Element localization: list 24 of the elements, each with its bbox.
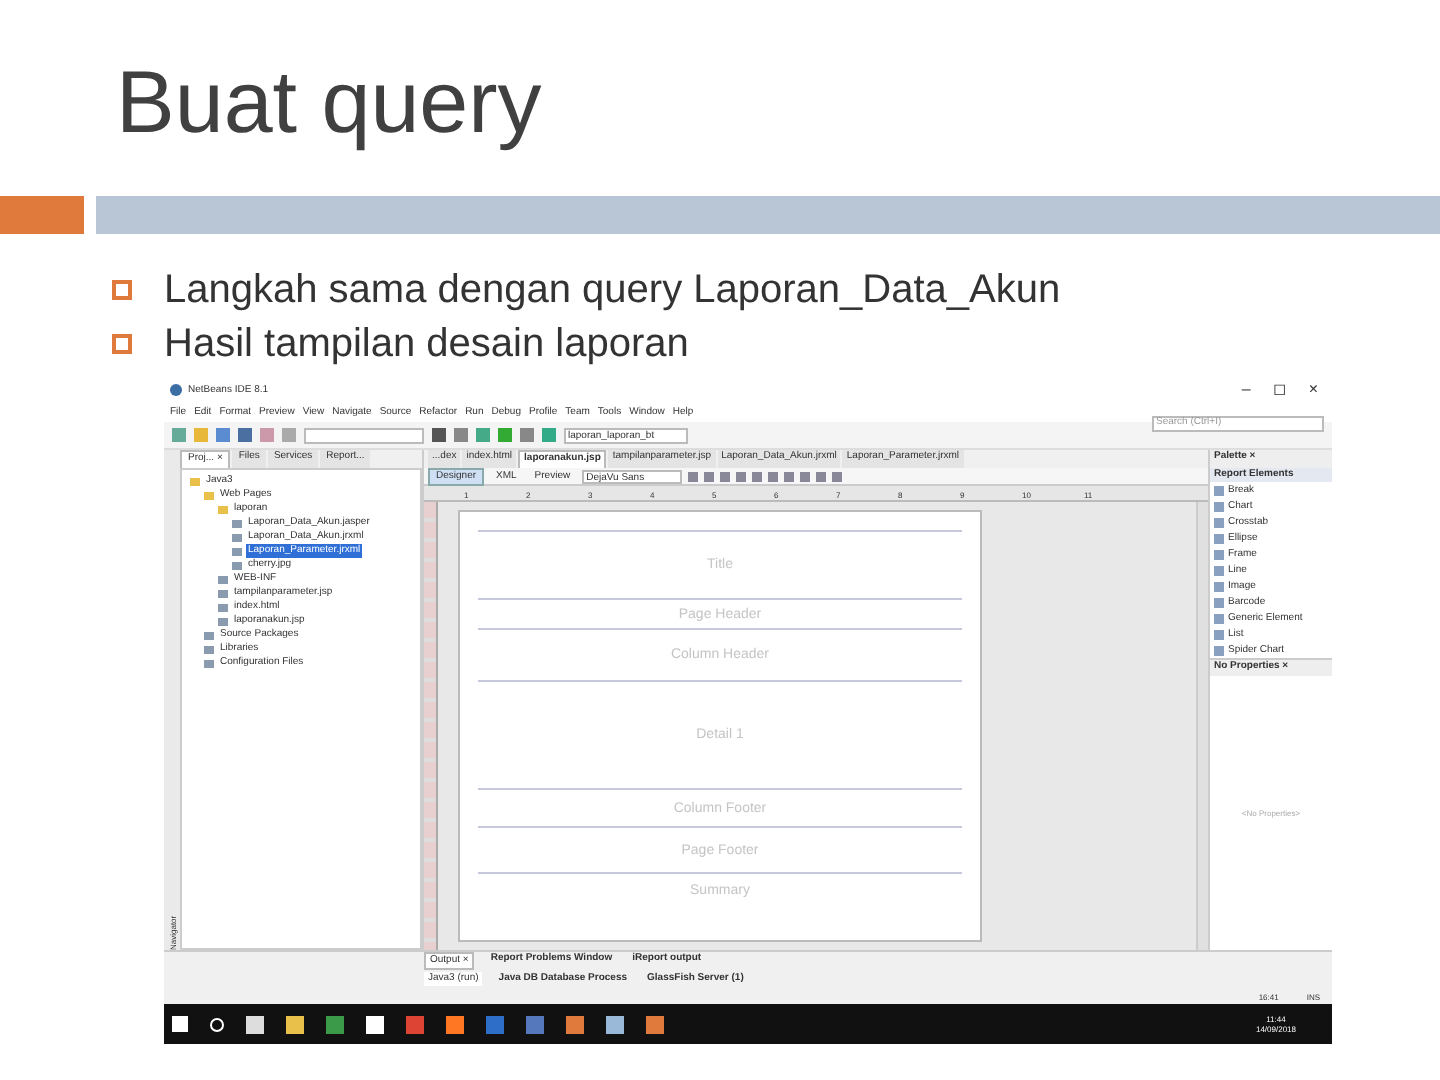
maximize-button[interactable]: ◻ bbox=[1264, 382, 1295, 398]
close-button[interactable]: × bbox=[1300, 382, 1326, 398]
bullet-icon bbox=[112, 333, 132, 353]
app-icon bbox=[286, 1015, 304, 1033]
app-icon bbox=[326, 1015, 344, 1033]
bullet-icon bbox=[112, 279, 132, 299]
bullet-text: Hasil tampilan desain laporan bbox=[164, 319, 689, 369]
search-icon[interactable] bbox=[210, 1017, 224, 1031]
app-icon bbox=[646, 1015, 664, 1033]
slide-title: Buat query bbox=[116, 52, 544, 156]
app-icon bbox=[566, 1015, 584, 1033]
accent-bar bbox=[0, 196, 84, 234]
app-logo-icon bbox=[170, 384, 182, 396]
app-icon bbox=[406, 1015, 424, 1033]
app-icon bbox=[366, 1015, 384, 1033]
history-field[interactable] bbox=[304, 427, 424, 443]
app-icon bbox=[486, 1015, 504, 1033]
app-icon bbox=[526, 1015, 544, 1033]
app-icon bbox=[606, 1015, 624, 1033]
app-icon bbox=[446, 1015, 464, 1033]
minimize-button[interactable]: – bbox=[1233, 382, 1259, 398]
app-icon bbox=[246, 1015, 264, 1033]
start-icon[interactable] bbox=[172, 1016, 188, 1032]
bullet-text: Langkah sama dengan query Laporan_Data_Akun bbox=[164, 265, 1061, 315]
